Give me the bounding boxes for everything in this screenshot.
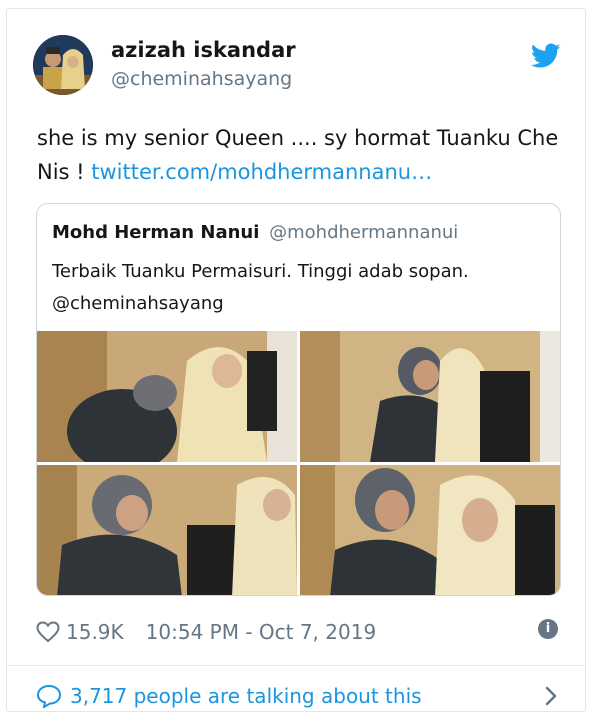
quoted-tweet-text: Terbaik Tuanku Permaisuri. Tinggi adab s…	[52, 256, 552, 320]
twitter-bird-icon[interactable]	[531, 43, 561, 69]
like-count[interactable]: 15.9K	[66, 620, 124, 644]
conversation-link[interactable]: 3,717 people are talking about this	[36, 681, 422, 711]
tweet-text: she is my senior Queen .... sy hormat Tu…	[37, 121, 567, 189]
quoted-tweet[interactable]: Mohd Herman Nanui @mohdhermannanui Terba…	[36, 203, 561, 596]
photo-2[interactable]	[300, 331, 560, 462]
tweet-meta: 15.9K 10:54 PM - Oct 7, 2019	[36, 617, 376, 647]
timestamp[interactable]: 10:54 PM - Oct 7, 2019	[146, 620, 377, 644]
conversation-count[interactable]: 3,717 people are talking about this	[70, 684, 422, 708]
photo-4[interactable]	[300, 465, 560, 595]
speech-bubble-icon	[36, 684, 62, 708]
divider	[7, 665, 585, 666]
chevron-right-icon[interactable]	[543, 685, 559, 707]
info-icon[interactable]: i	[538, 619, 558, 639]
quoted-text-mention[interactable]: @cheminahsayang	[52, 288, 552, 320]
photo-1[interactable]	[37, 331, 297, 462]
photo-3[interactable]	[37, 465, 297, 595]
quoted-tweet-header: Mohd Herman Nanui @mohdhermannanui	[52, 222, 458, 243]
author-handle[interactable]: @cheminahsayang	[111, 68, 292, 90]
heart-icon[interactable]	[36, 621, 60, 643]
quoted-author-name[interactable]: Mohd Herman Nanui	[52, 222, 259, 243]
photo-grid	[37, 331, 560, 595]
quoted-author-handle[interactable]: @mohdhermannanui	[269, 222, 458, 243]
tweet-link[interactable]: twitter.com/mohdhermannanu…	[91, 160, 432, 184]
author-name[interactable]: azizah iskandar	[111, 38, 296, 62]
quoted-text-line: Terbaik Tuanku Permaisuri. Tinggi adab s…	[52, 261, 469, 282]
tweet-card: azizah iskandar @cheminahsayang she is m…	[6, 8, 586, 712]
author-avatar[interactable]	[33, 35, 93, 95]
